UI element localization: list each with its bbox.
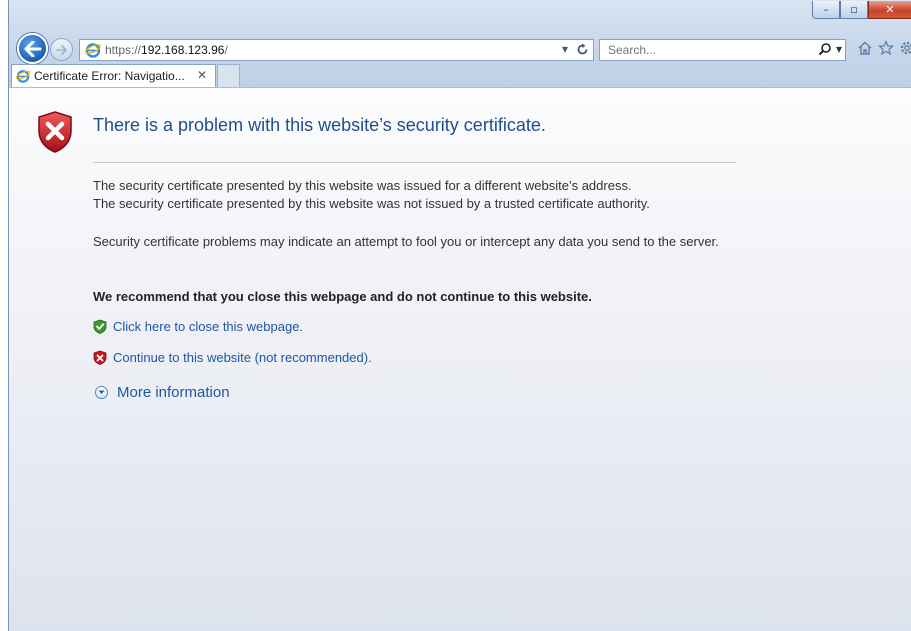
chevron-down-icon <box>95 386 108 399</box>
security-shield-error-icon <box>38 111 72 153</box>
continue-to-website-link[interactable]: Continue to this website (not recommende… <box>93 350 372 365</box>
page-content: There is a problem with this website’s s… <box>9 87 911 631</box>
back-arrow-icon <box>24 40 41 57</box>
refresh-icon[interactable] <box>576 43 589 56</box>
window-controls: – ▫ ✕ <box>812 1 911 19</box>
ie-tab-icon <box>16 70 30 83</box>
search-icon[interactable] <box>818 42 832 56</box>
page-headline: There is a problem with this website’s s… <box>93 115 546 135</box>
back-button[interactable] <box>17 33 48 64</box>
home-icon[interactable] <box>857 40 873 56</box>
tab-certificate-error[interactable]: Certificate Error: Navigatio... ✕ <box>11 64 216 87</box>
ie-logo-icon <box>85 43 101 58</box>
minimize-button[interactable]: – <box>812 1 840 19</box>
more-information-toggle[interactable]: More information <box>95 384 230 401</box>
url-text[interactable]: https://192.168.123.96/ <box>105 43 228 57</box>
forward-button[interactable] <box>50 38 73 61</box>
close-window-button[interactable]: ✕ <box>868 1 911 19</box>
green-shield-check-icon <box>93 319 107 334</box>
maximize-button[interactable]: ▫ <box>840 1 868 19</box>
browser-chrome: – ▫ ✕ https://192.168.123.96/ ▾ Search..… <box>9 0 911 87</box>
address-bar[interactable]: https://192.168.123.96/ ▾ <box>79 39 594 61</box>
certificate-issues-text: The security certificate presented by th… <box>93 178 650 211</box>
search-dropdown-icon[interactable]: ▾ <box>836 42 842 56</box>
tab-title: Certificate Error: Navigatio... <box>34 69 185 83</box>
settings-gear-icon[interactable] <box>899 40 911 56</box>
warning-text: Security certificate problems may indica… <box>93 234 719 249</box>
favorites-star-icon[interactable] <box>878 40 894 56</box>
browser-window: – ▫ ✕ https://192.168.123.96/ ▾ Search..… <box>8 0 911 631</box>
recommendation-text: We recommend that you close this webpage… <box>93 289 592 304</box>
divider <box>93 162 736 163</box>
toolbar-icons <box>857 40 911 56</box>
new-tab-button[interactable] <box>217 64 240 87</box>
search-input[interactable] <box>600 43 800 57</box>
address-dropdown-icon[interactable]: ▾ <box>562 42 568 56</box>
tab-close-icon[interactable]: ✕ <box>197 68 207 82</box>
red-shield-x-icon <box>93 350 107 365</box>
close-webpage-link[interactable]: Click here to close this webpage. <box>93 319 303 334</box>
forward-arrow-icon <box>55 44 67 55</box>
search-box[interactable]: ▾ <box>599 39 846 61</box>
